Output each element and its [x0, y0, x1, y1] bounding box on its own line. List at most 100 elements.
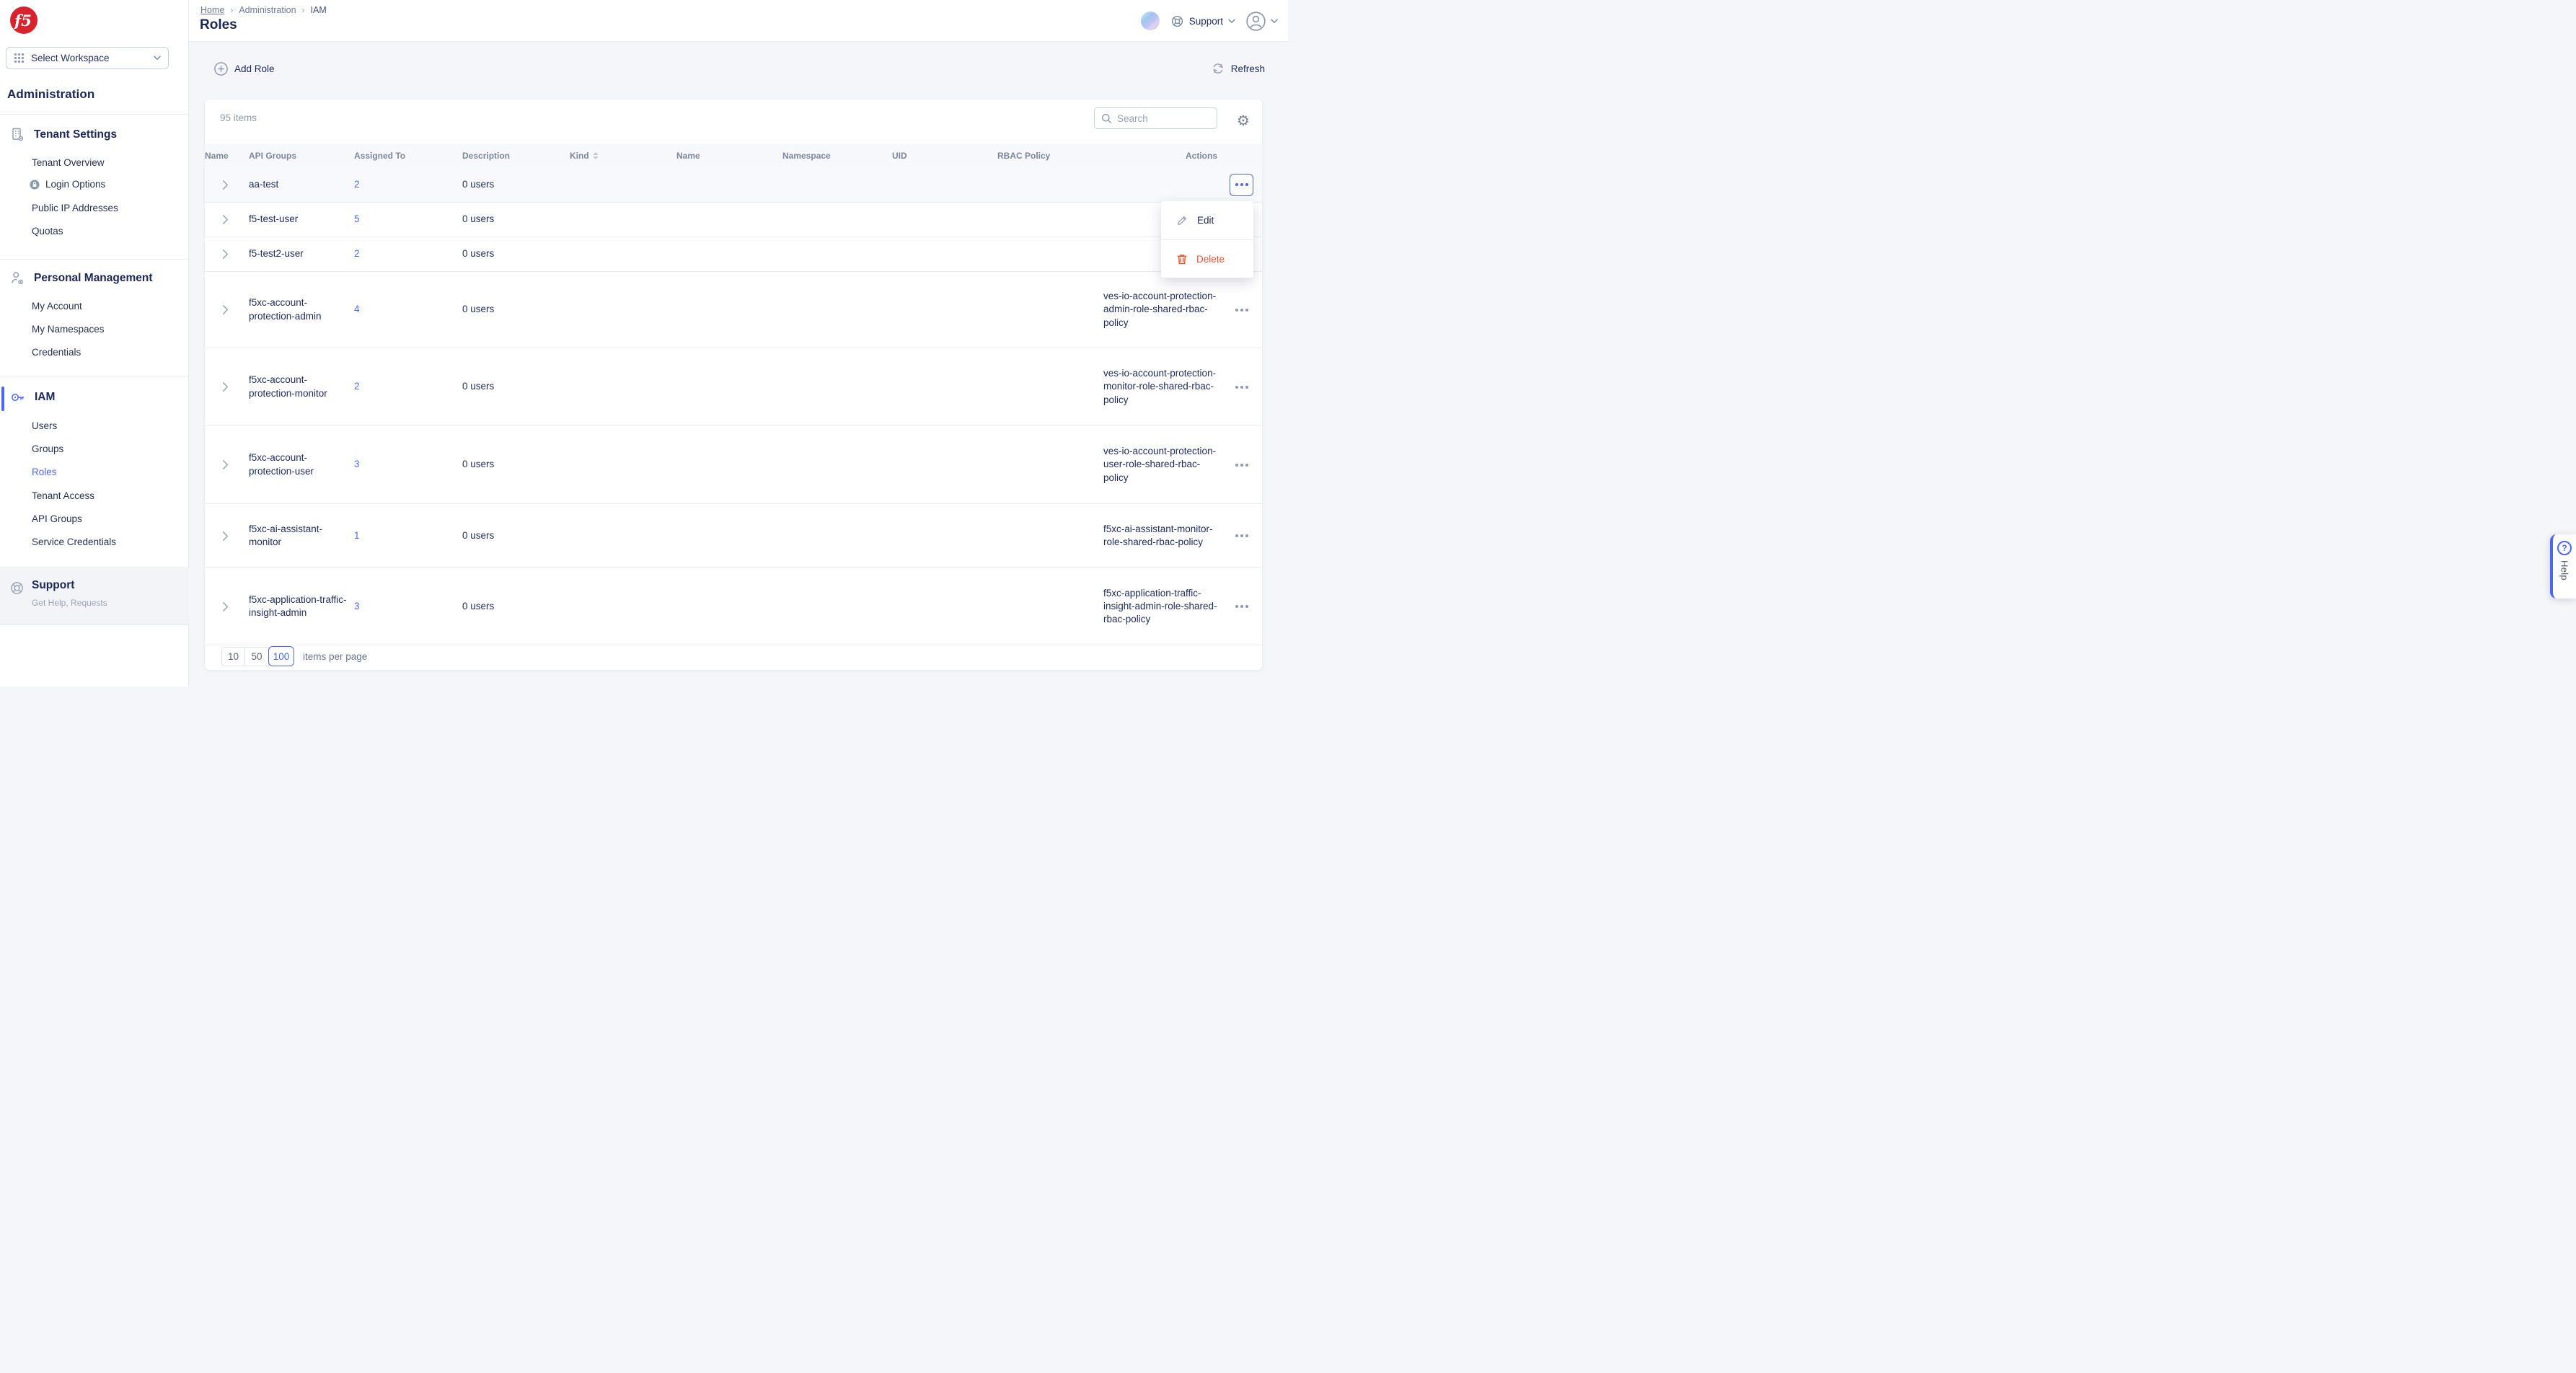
support-title: Support	[32, 579, 74, 592]
chevron-right-icon	[222, 249, 229, 260]
api-groups-link[interactable]: 1	[354, 530, 360, 541]
refresh-button[interactable]: Refresh	[1212, 62, 1265, 75]
assigned-to: 0 users	[462, 304, 494, 314]
sidebar-item-my-account[interactable]: My Account	[32, 300, 82, 313]
lock-icon	[30, 180, 40, 190]
roles-table-card: 95 items ⚙ NameAPI GroupsAssigned ToDesc…	[205, 100, 1262, 670]
row-expand-button[interactable]	[205, 249, 245, 260]
sidebar-item-groups[interactable]: Groups	[32, 443, 63, 456]
sidebar-item-users[interactable]: Users	[32, 420, 57, 433]
row-expand-button[interactable]	[205, 381, 245, 392]
column-header-uid: UID	[888, 151, 994, 161]
table-settings-gear-icon[interactable]: ⚙	[1235, 110, 1252, 131]
row-actions-button[interactable]	[1230, 454, 1253, 476]
table-body: aa-test 2 0 users f5-test-user 5 0 users	[205, 167, 1262, 645]
table-header: NameAPI GroupsAssigned ToDescriptionKind…	[205, 144, 1262, 167]
sidebar-item-my-namespaces[interactable]: My Namespaces	[32, 323, 105, 336]
column-label: Namespace	[782, 151, 831, 161]
search-input[interactable]	[1117, 113, 1196, 124]
column-label: Name	[205, 151, 229, 161]
assigned-to: 0 users	[462, 381, 494, 392]
api-groups-link[interactable]: 3	[354, 459, 360, 469]
sidebar-item-quotas[interactable]: Quotas	[32, 225, 63, 238]
assigned-to: 0 users	[462, 213, 494, 224]
tenant-settings-icon	[10, 127, 25, 142]
refresh-icon	[1212, 62, 1225, 75]
chevron-down-icon	[154, 56, 161, 61]
row-actions-button[interactable]	[1230, 525, 1253, 547]
role-name: f5xc-application-traffic-insight-admin	[249, 594, 347, 618]
column-header-api-groups: API Groups	[245, 151, 350, 161]
account-menu-button[interactable]	[1246, 12, 1278, 31]
chevron-right-icon	[222, 601, 229, 612]
row-actions-button[interactable]	[1230, 174, 1253, 196]
rbac-policy: ves-io-account-protection-monitor-role-s…	[1103, 368, 1216, 405]
row-expand-button[interactable]	[205, 601, 245, 612]
support-menu-button[interactable]: Support	[1170, 14, 1235, 28]
sidebar-item-public-ip-addresses[interactable]: Public IP Addresses	[32, 202, 118, 215]
column-header-rbac-policy: RBAC Policy	[994, 151, 1100, 161]
add-role-label: Add Role	[234, 63, 275, 74]
api-groups-link[interactable]: 2	[354, 248, 360, 259]
row-expand-button[interactable]	[205, 180, 245, 190]
sidebar-item-roles[interactable]: Roles	[32, 466, 57, 479]
assigned-to: 0 users	[462, 248, 494, 259]
column-label: API Groups	[249, 151, 296, 161]
column-label: RBAC Policy	[997, 151, 1050, 161]
sidebar-item-service-credentials[interactable]: Service Credentials	[32, 536, 116, 549]
column-header-kind[interactable]: Kind	[566, 151, 673, 161]
row-actions-button[interactable]	[1230, 376, 1253, 398]
chevron-right-icon	[222, 381, 229, 392]
context-menu-delete[interactable]: Delete	[1161, 239, 1253, 278]
row-expand-button[interactable]	[205, 459, 245, 470]
sidebar-item-credentials[interactable]: Credentials	[32, 346, 81, 359]
page-size-10-button[interactable]: 10	[221, 647, 245, 666]
sidebar-item-tenant-overview[interactable]: Tenant Overview	[32, 156, 105, 169]
api-groups-link[interactable]: 5	[354, 213, 360, 224]
column-header-namespace: Namespace	[779, 151, 888, 161]
api-groups-link[interactable]: 2	[354, 381, 360, 392]
section-title: IAM	[35, 391, 55, 404]
row-actions-button[interactable]	[1230, 299, 1253, 321]
pencil-icon	[1176, 214, 1188, 226]
api-groups-link[interactable]: 2	[354, 179, 360, 190]
sort-icon[interactable]	[593, 152, 599, 159]
page-size-50-button[interactable]: 50	[245, 647, 269, 666]
api-groups-link[interactable]: 3	[354, 601, 360, 612]
row-actions-button[interactable]	[1230, 596, 1253, 618]
row-expand-button[interactable]	[205, 214, 245, 225]
breadcrumb-home[interactable]: Home	[200, 5, 224, 15]
workspace-selector[interactable]: Select Workspace	[6, 47, 169, 69]
help-tab[interactable]: Help	[2550, 534, 2576, 599]
column-header-description: Description	[459, 151, 566, 161]
role-name: f5xc-ai-assistant-monitor	[249, 524, 322, 547]
workspace-grid-icon	[14, 53, 25, 63]
sidebar: f5 Select Workspace Administration Tenan…	[0, 0, 189, 686]
chevron-right-icon	[222, 180, 229, 190]
row-expand-button[interactable]	[205, 531, 245, 542]
sidebar-section-tenant-settings[interactable]: Tenant Settings	[10, 127, 117, 142]
help-tab-label: Help	[2559, 560, 2570, 580]
sidebar-item-label: Login Options	[45, 178, 105, 191]
page-size-100-button[interactable]: 100	[268, 646, 294, 666]
chevron-right-icon	[222, 214, 229, 225]
add-role-button[interactable]: Add Role	[214, 62, 275, 76]
sidebar-item-login-options[interactable]: Login Options	[30, 178, 105, 191]
table-row: f5xc-account-protection-user 3 0 users v…	[205, 426, 1262, 504]
api-groups-link[interactable]: 4	[354, 304, 360, 314]
row-expand-button[interactable]	[205, 304, 245, 315]
page-title: Roles	[200, 17, 237, 33]
sidebar-item-tenant-access[interactable]: Tenant Access	[32, 490, 94, 503]
chevron-right-icon	[222, 459, 229, 470]
sidebar-item-api-groups[interactable]: API Groups	[32, 513, 82, 526]
breadcrumb-separator-icon	[230, 5, 233, 15]
sidebar-section-iam[interactable]: IAM	[10, 390, 55, 405]
column-label: UID	[892, 151, 907, 161]
active-section-indicator	[1, 387, 4, 411]
chevron-down-icon	[1228, 19, 1235, 24]
role-name: aa-test	[249, 179, 278, 190]
sidebar-support-section[interactable]: Support Get Help, Requests	[0, 568, 189, 625]
tenant-avatar[interactable]	[1141, 12, 1160, 30]
sidebar-section-personal-management[interactable]: Personal Management	[10, 270, 153, 286]
context-menu-edit[interactable]: Edit	[1161, 201, 1253, 239]
